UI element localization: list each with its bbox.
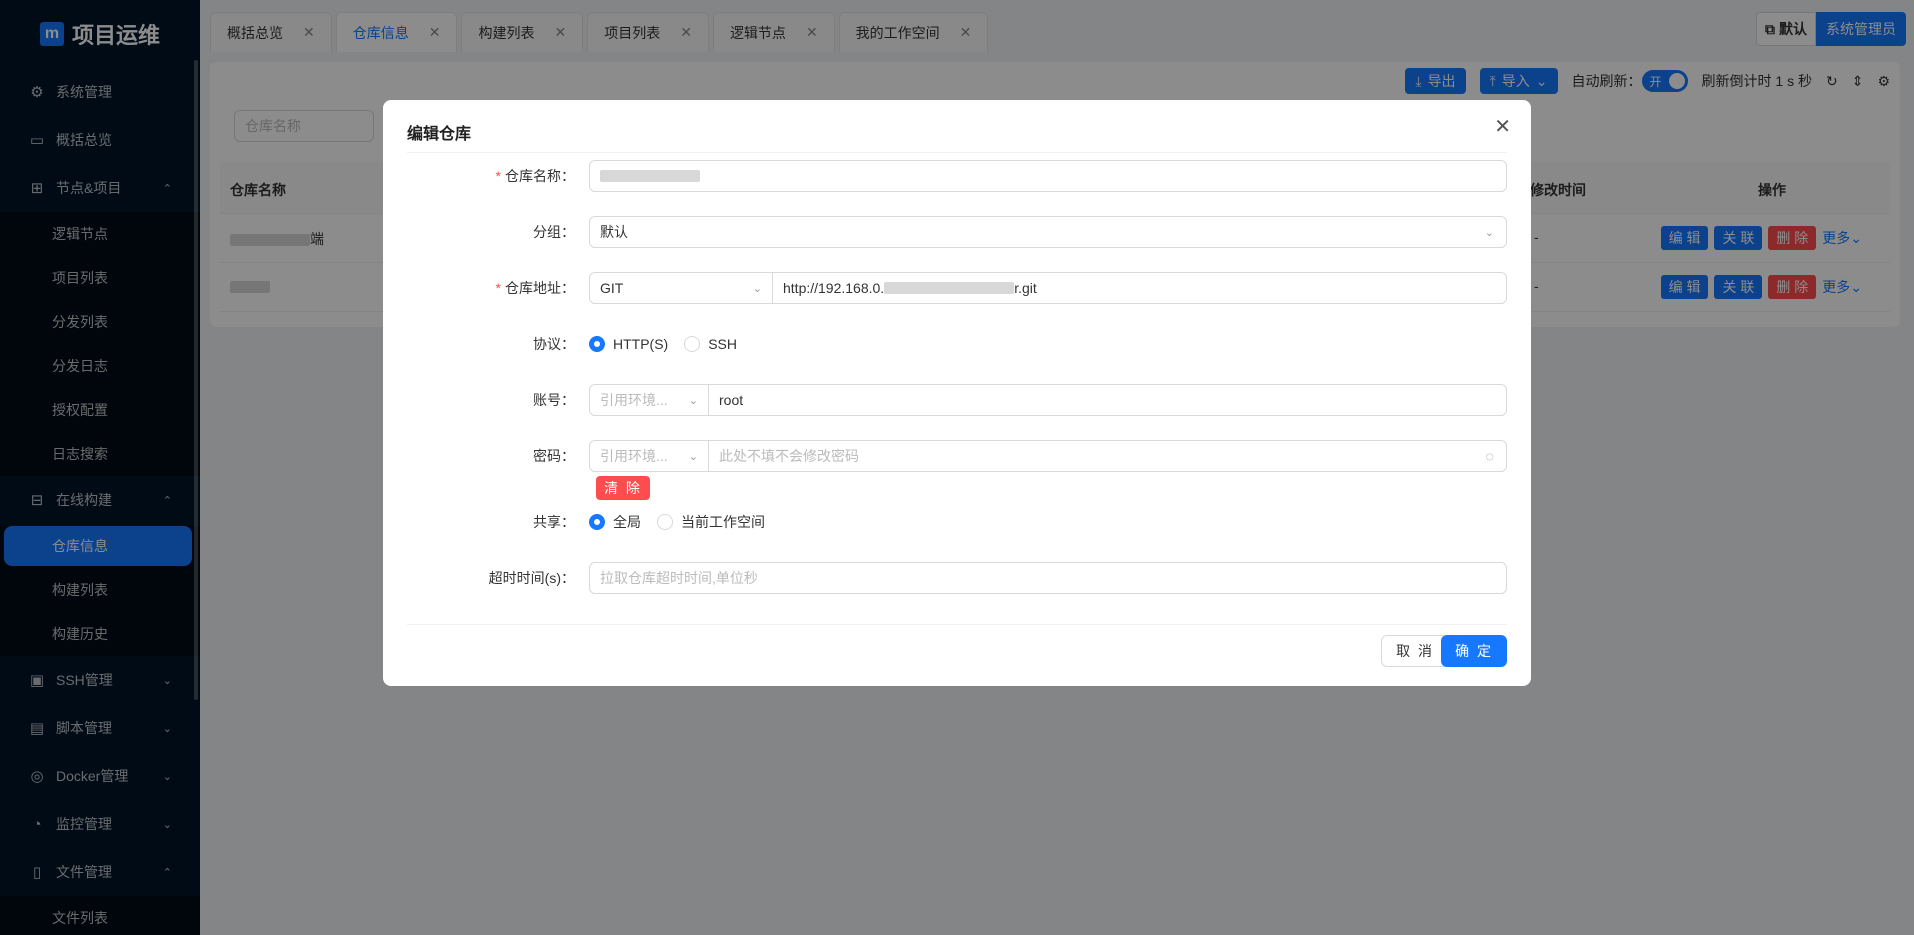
account-input-group: 引用环境... ⌄ root (589, 384, 1507, 416)
form-label: 密码： (533, 448, 575, 464)
form-row-group: 分组： 默认 ⌄ (383, 216, 1507, 248)
env-placeholder: 引用环境... (600, 392, 668, 408)
required-mark: * (495, 168, 501, 184)
repo-name-input[interactable] (589, 160, 1507, 192)
radio-unchecked-icon (684, 336, 701, 352)
confirm-button[interactable]: 确 定 (1441, 635, 1507, 667)
protocol-radio-group: HTTP(S) SSH (589, 328, 1507, 360)
form-label: 协议： (533, 336, 575, 352)
close-icon[interactable]: ✕ (1494, 114, 1511, 139)
form-label: 账号： (533, 392, 575, 408)
radio-current-workspace[interactable]: 当前工作空间 (657, 512, 765, 532)
radio-unchecked-icon (657, 514, 673, 530)
account-input[interactable]: root (709, 384, 1507, 416)
form-label: * 仓库名称： (383, 166, 583, 186)
form-control: 默认 ⌄ (589, 216, 1507, 248)
password-input[interactable]: 此处不填不会修改密码 ◌ (709, 440, 1507, 472)
form-control: GIT ⌄ http://192.168.0. r.git (589, 272, 1507, 304)
repo-type-select[interactable]: GIT ⌄ (589, 272, 773, 304)
repo-url-input[interactable]: http://192.168.0. r.git (773, 272, 1507, 304)
edit-repo-modal: 编辑仓库 ✕ * 仓库名称： 分组： 默认 ⌄ * 仓库地址： GIT ⌄ http:/… (383, 100, 1531, 686)
address-input-group: GIT ⌄ http://192.168.0. r.git (589, 272, 1507, 304)
password-input-group: 引用环境... ⌄ 此处不填不会修改密码 ◌ (589, 440, 1507, 472)
radio-label: 当前工作空间 (681, 514, 765, 530)
account-env-select[interactable]: 引用环境... ⌄ (589, 384, 709, 416)
repo-type-value: GIT (600, 280, 624, 296)
chevron-down-icon: ⌄ (752, 282, 762, 295)
password-placeholder: 此处不填不会修改密码 (719, 448, 859, 464)
radio-checked-icon (589, 336, 605, 352)
radio-label: SSH (708, 336, 738, 352)
radio-global[interactable]: 全局 (589, 512, 641, 532)
env-placeholder: 引用环境... (600, 448, 668, 464)
radio-label: 全局 (613, 514, 641, 530)
timeout-input[interactable]: 拉取仓库超时时间,单位秒 (589, 562, 1507, 594)
form-label: 分组： (533, 224, 575, 240)
chevron-down-icon: ⌄ (688, 450, 698, 463)
cancel-button[interactable]: 取 消 (1381, 635, 1449, 667)
name-label: 仓库名称： (505, 168, 575, 184)
form-row-address: * 仓库地址： GIT ⌄ http://192.168.0. r.git (383, 272, 1507, 304)
required-mark: * (495, 280, 501, 296)
form-row-name: * 仓库名称： (383, 160, 1507, 192)
form-control: 拉取仓库超时时间,单位秒 (589, 562, 1507, 594)
clear-password-button[interactable]: 清 除 (596, 476, 650, 500)
radio-ssh[interactable]: SSH (684, 336, 737, 352)
form-row-share: 共享： 全局 当前工作空间 (383, 506, 1507, 538)
form-row-account: 账号： 引用环境... ⌄ root (383, 384, 1507, 416)
repo-url-suffix: r.git (1014, 280, 1037, 296)
form-row-password: 密码： 引用环境... ⌄ 此处不填不会修改密码 ◌ (383, 440, 1507, 472)
divider (407, 624, 1507, 625)
radio-https[interactable]: HTTP(S) (589, 336, 668, 352)
group-value: 默认 (600, 224, 628, 240)
repo-url-prefix: http://192.168.0. (783, 280, 885, 296)
chevron-down-icon: ⌄ (688, 394, 698, 407)
form-control: 全局 当前工作空间 (589, 506, 1507, 538)
redacted-text (884, 282, 1015, 294)
radio-checked-icon (589, 514, 605, 530)
form-control: 引用环境... ⌄ root (589, 384, 1507, 416)
form-row-timeout: 超时时间(s)： 拉取仓库超时时间,单位秒 (383, 562, 1507, 594)
password-env-select[interactable]: 引用环境... ⌄ (589, 440, 709, 472)
redacted-text (600, 170, 700, 182)
form-control: 引用环境... ⌄ 此处不填不会修改密码 ◌ (589, 440, 1507, 472)
form-label: 共享： (533, 514, 575, 530)
radio-label: HTTP(S) (613, 336, 669, 352)
form-label: * 仓库地址： (383, 278, 583, 298)
form-label: 超时时间(s)： (488, 570, 575, 586)
form-control: HTTP(S) SSH (589, 328, 1507, 360)
address-label: 仓库地址： (505, 280, 575, 296)
divider (407, 152, 1507, 153)
chevron-down-icon: ⌄ (1484, 226, 1494, 239)
form-row-protocol: 协议： HTTP(S) SSH (383, 328, 1507, 360)
eye-invisible-icon[interactable]: ◌ (1486, 448, 1494, 464)
share-radio-group: 全局 当前工作空间 (589, 506, 1507, 538)
group-select[interactable]: 默认 ⌄ (589, 216, 1507, 248)
form-control (589, 160, 1507, 192)
modal-title: 编辑仓库 (407, 126, 472, 143)
